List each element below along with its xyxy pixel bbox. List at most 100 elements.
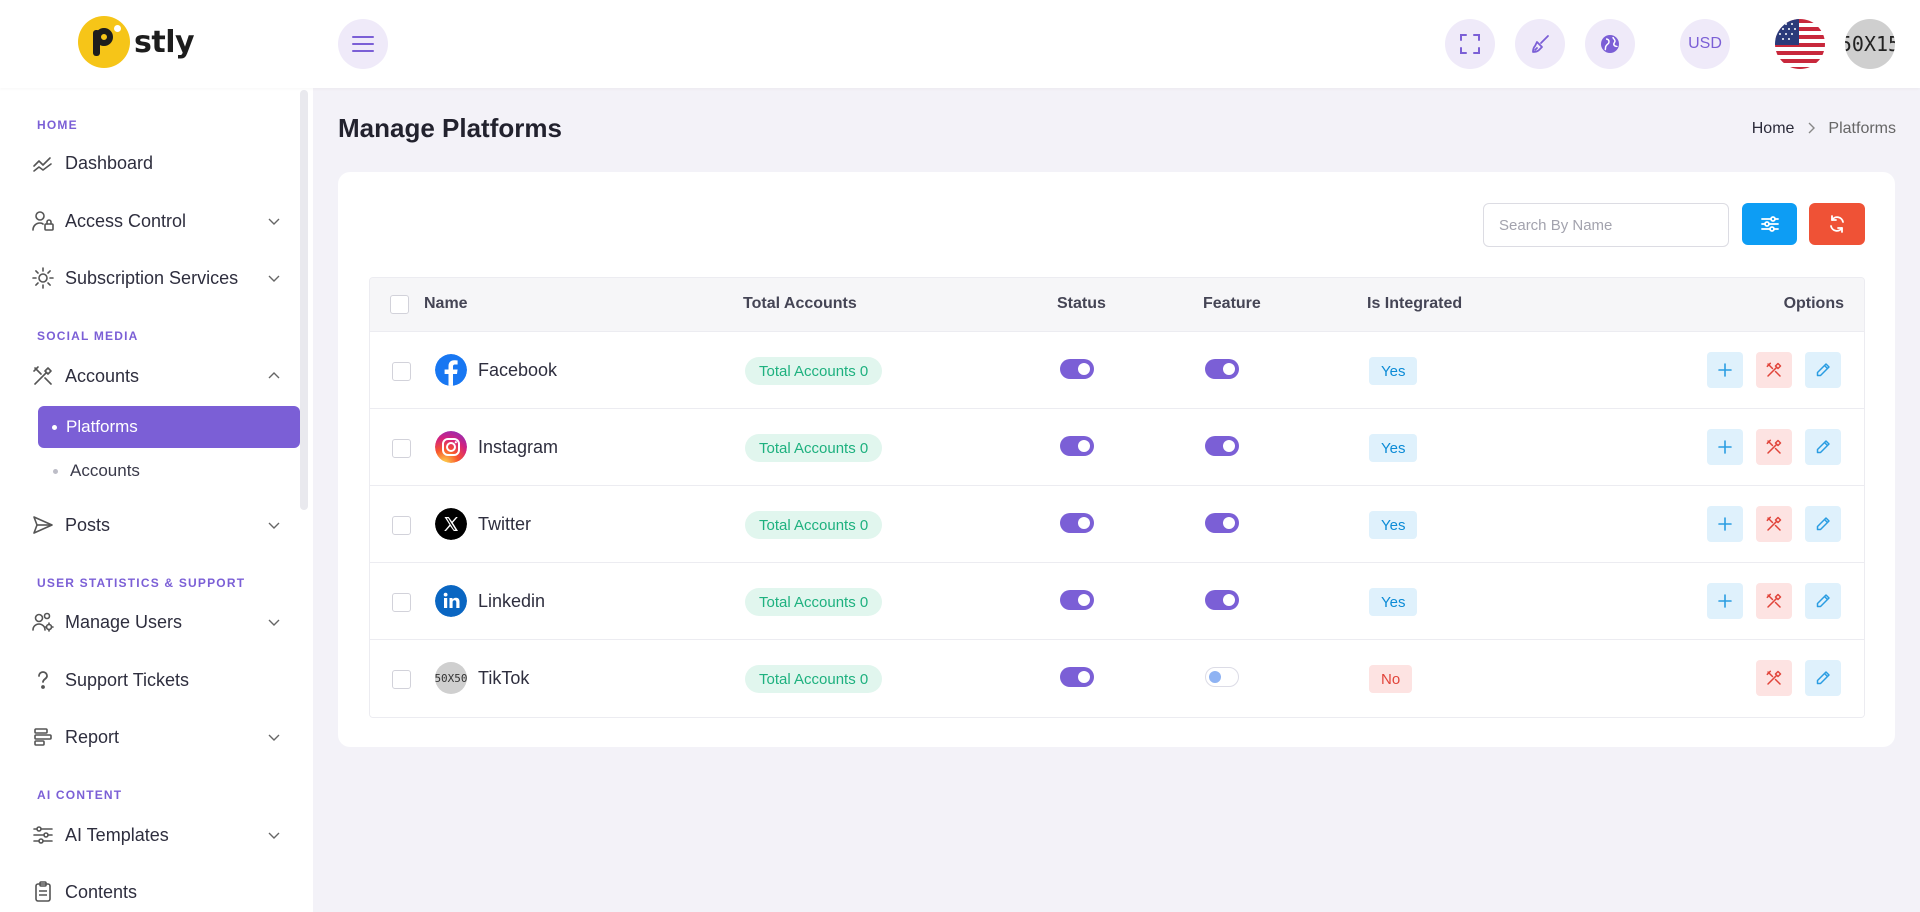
platforms-table: Name Total Accounts Status Feature Is In… — [369, 277, 1865, 718]
total-accounts-badge: Total Accounts 0 — [745, 434, 883, 462]
feature-toggle[interactable] — [1205, 667, 1239, 687]
sidebar-subitem-accounts[interactable]: Accounts — [38, 450, 300, 492]
tools-icon — [1766, 593, 1782, 608]
row-checkbox[interactable] — [392, 362, 411, 381]
refresh-button[interactable] — [1809, 203, 1865, 245]
edit-button[interactable] — [1805, 429, 1841, 465]
sidebar-item-label: Contents — [65, 881, 138, 902]
fullscreen-button[interactable] — [1445, 19, 1495, 69]
integrated-badge: No — [1369, 665, 1413, 693]
add-account-button[interactable] — [1707, 429, 1743, 465]
plus-icon — [1718, 594, 1732, 608]
add-account-button[interactable] — [1707, 352, 1743, 388]
theme-brush-button[interactable] — [1515, 19, 1565, 69]
configure-button[interactable] — [1756, 352, 1792, 388]
chevron-right-icon — [1806, 121, 1816, 137]
sidebar-item-subscription-services[interactable]: Subscription Services — [28, 258, 290, 298]
sidebar-subitem-label: Accounts — [70, 461, 140, 480]
add-account-button[interactable] — [1707, 583, 1743, 619]
flag-us-icon[interactable] — [1775, 19, 1825, 69]
sidebar-item-ai-templates[interactable]: AI Templates — [28, 815, 290, 855]
configure-button[interactable] — [1756, 506, 1792, 542]
column-header-name[interactable]: Name — [424, 295, 468, 313]
edit-button[interactable] — [1805, 506, 1841, 542]
integrated-badge: Yes — [1369, 357, 1418, 385]
add-account-button[interactable] — [1707, 506, 1743, 542]
sidebar-item-report[interactable]: Report — [28, 717, 290, 757]
feature-toggle[interactable] — [1205, 359, 1239, 379]
integrated-badge: Yes — [1369, 434, 1418, 462]
edit-button[interactable] — [1805, 583, 1841, 619]
sidebar-item-support-tickets[interactable]: Support Tickets — [28, 660, 290, 700]
select-all-checkbox[interactable] — [390, 295, 409, 314]
sidebar-item-manage-users[interactable]: Manage Users — [28, 602, 290, 642]
section-home-label: HOME — [37, 118, 78, 132]
integrated-badge: Yes — [1369, 511, 1418, 539]
table-row: 50X50 TikTok Total Accounts 0 No — [370, 640, 1864, 717]
placeholder-image-icon: 50X50 — [435, 662, 467, 694]
table-row: Facebook Total Accounts 0 Yes — [370, 332, 1864, 409]
status-toggle[interactable] — [1060, 667, 1094, 687]
menu-toggle-button[interactable] — [338, 19, 388, 69]
sidebar-scrollbar[interactable] — [300, 90, 308, 510]
sidebar-item-contents[interactable]: Contents — [28, 872, 290, 912]
configure-button[interactable] — [1756, 660, 1792, 696]
feature-toggle[interactable] — [1205, 513, 1239, 533]
bullet-icon — [52, 424, 57, 430]
column-header-is-integrated[interactable]: Is Integrated — [1367, 295, 1462, 313]
chevron-down-icon — [268, 734, 280, 741]
total-accounts-badge: Total Accounts 0 — [745, 665, 883, 693]
user-avatar[interactable]: 50X15 — [1845, 19, 1895, 69]
pencil-icon — [1816, 440, 1830, 454]
sidebar-item-access-control[interactable]: Access Control — [28, 201, 290, 241]
table-row: Instagram Total Accounts 0 Yes — [370, 409, 1864, 486]
column-header-status[interactable]: Status — [1057, 295, 1106, 313]
chevron-down-icon — [268, 619, 280, 626]
sidebar-subitem-platforms[interactable]: Platforms — [38, 406, 300, 448]
plus-icon — [1718, 440, 1732, 454]
sidebar-item-accounts[interactable]: Accounts — [28, 356, 290, 396]
breadcrumb-home-link[interactable]: Home — [1752, 120, 1795, 138]
status-toggle[interactable] — [1060, 590, 1094, 610]
page-title: Manage Platforms — [338, 113, 562, 143]
chevron-down-icon — [268, 275, 280, 282]
currency-button[interactable]: USD — [1680, 19, 1730, 69]
sidebar-subitem-label: Platforms — [66, 417, 138, 436]
row-checkbox[interactable] — [392, 439, 411, 458]
feature-toggle[interactable] — [1205, 436, 1239, 456]
feature-toggle[interactable] — [1205, 590, 1239, 610]
configure-button[interactable] — [1756, 583, 1792, 619]
search-input[interactable] — [1483, 203, 1729, 247]
edit-button[interactable] — [1805, 660, 1841, 696]
table-header: Name Total Accounts Status Feature Is In… — [370, 278, 1864, 332]
status-toggle[interactable] — [1060, 359, 1094, 379]
pencil-icon — [1816, 671, 1830, 685]
platform-name: Instagram — [478, 437, 559, 457]
currency-label: USD — [1688, 35, 1722, 52]
brush-icon — [1532, 35, 1549, 53]
sidebar-item-dashboard[interactable]: Dashboard — [28, 143, 290, 183]
status-toggle[interactable] — [1060, 513, 1094, 533]
total-accounts-badge: Total Accounts 0 — [745, 357, 883, 385]
configure-button[interactable] — [1756, 429, 1792, 465]
row-checkbox[interactable] — [392, 516, 411, 535]
facebook-icon — [435, 354, 467, 386]
gear-cycle-icon — [28, 263, 58, 293]
row-checkbox[interactable] — [392, 593, 411, 612]
column-header-total-accounts[interactable]: Total Accounts — [743, 295, 857, 313]
column-header-feature[interactable]: Feature — [1203, 295, 1261, 313]
chevron-down-icon — [268, 522, 280, 529]
status-toggle[interactable] — [1060, 436, 1094, 456]
chevron-down-icon — [268, 218, 280, 225]
sidebar-item-label: Manage Users — [65, 611, 183, 632]
edit-button[interactable] — [1805, 352, 1841, 388]
placeholder-image-text: 50X50 — [435, 671, 467, 685]
language-button[interactable] — [1585, 19, 1635, 69]
sidebar-item-posts[interactable]: Posts — [28, 505, 290, 545]
fullscreen-icon — [1460, 34, 1480, 54]
row-checkbox[interactable] — [392, 670, 411, 689]
breadcrumb-current: Platforms — [1828, 120, 1896, 137]
total-accounts-badge: Total Accounts 0 — [745, 588, 883, 616]
filter-button[interactable] — [1742, 203, 1797, 245]
brand-logo[interactable]: stly — [78, 16, 195, 68]
